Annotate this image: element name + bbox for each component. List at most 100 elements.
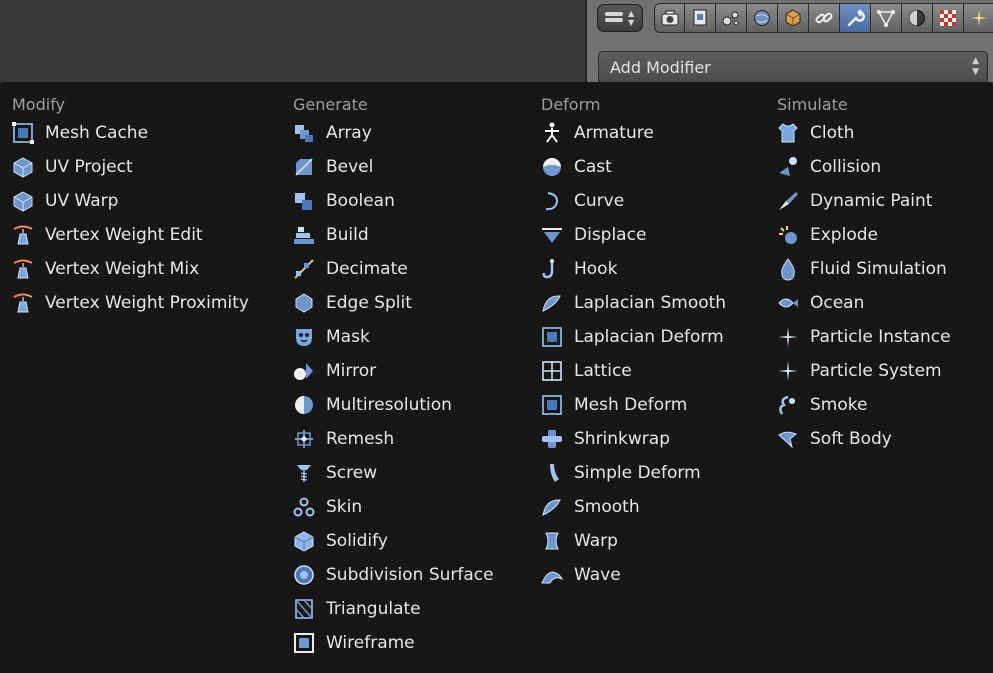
vertex-weight-icon [13,293,33,313]
menu-item-mesh-cache[interactable]: Mesh Cache [0,116,249,150]
add-modifier-dropdown[interactable]: Add Modifier ▲ ▼ [598,51,988,85]
menu-item-smoke[interactable]: Smoke [765,388,951,422]
menu-item-shrinkwrap[interactable]: Shrinkwrap [529,422,726,456]
tab-object[interactable] [778,3,809,33]
menu-item-skin[interactable]: Skin [281,490,494,524]
3d-viewport-background [0,0,585,82]
menu-item-multiresolution[interactable]: Multiresolution [281,388,494,422]
object-cube-icon [785,9,801,27]
mesh-cache-icon [12,122,34,144]
menu-item-particle-instance[interactable]: Particle Instance [765,320,951,354]
menu-item-vertex-weight-mix[interactable]: Vertex Weight Mix [0,252,249,286]
wave-icon [541,571,564,584]
menu-item-simple-deform[interactable]: Simple Deform [529,456,726,490]
tab-world[interactable] [747,3,778,33]
lattice-icon [542,361,562,381]
uv-project-icon [13,157,33,178]
laplacian-deform-icon [542,327,562,347]
menu-item-lattice[interactable]: Lattice [529,354,726,388]
menu-item-build[interactable]: Build [281,218,494,252]
build-icon [294,227,314,244]
modifiers-wrench-icon [847,9,865,27]
menu-item-mask[interactable]: Mask [281,320,494,354]
menu-item-vertex-weight-edit[interactable]: Vertex Weight Edit [0,218,249,252]
menu-item-label: Mesh Deform [574,395,688,415]
tab-render-layers[interactable] [685,3,716,33]
menu-item-soft-body[interactable]: Soft Body [765,422,951,456]
menu-item-displace[interactable]: Displace [529,218,726,252]
ocean-fish-icon [778,298,798,308]
menu-item-wireframe[interactable]: Wireframe [281,626,494,660]
dynamic-paint-icon [779,192,798,210]
menu-item-decimate[interactable]: Decimate [281,252,494,286]
tab-texture[interactable] [933,3,964,33]
menu-item-collision[interactable]: Collision [765,150,951,184]
menu-item-dynamic-paint[interactable]: Dynamic Paint [765,184,951,218]
menu-item-edge-split[interactable]: Edge Split [281,286,494,320]
editor-type-selector[interactable]: ▲ ▼ [597,4,643,32]
menu-item-armature[interactable]: Armature [529,116,726,150]
menu-item-laplacian-deform[interactable]: Laplacian Deform [529,320,726,354]
wireframe-icon [294,633,314,653]
tab-object-data[interactable] [871,3,902,33]
menu-item-label: Wave [574,565,621,585]
menu-item-solidify[interactable]: Solidify [281,524,494,558]
menu-item-ocean[interactable]: Ocean [765,286,951,320]
tab-render[interactable] [654,3,685,33]
menu-item-triangulate[interactable]: Triangulate [281,592,494,626]
menu-item-laplacian-smooth[interactable]: Laplacian Smooth [529,286,726,320]
tab-constraints[interactable] [809,3,840,33]
menu-item-bevel[interactable]: Bevel [281,150,494,184]
menu-item-label: Explode [810,225,878,245]
soft-body-icon [778,431,797,449]
menu-item-boolean[interactable]: Boolean [281,184,494,218]
menu-item-fluid-simulation[interactable]: Fluid Simulation [765,252,951,286]
solidify-icon [294,531,314,552]
collision-icon [779,157,797,176]
tab-scene[interactable] [716,3,747,33]
menu-item-label: Screw [326,463,378,483]
menu-item-explode[interactable]: Explode [765,218,951,252]
menu-item-curve[interactable]: Curve [529,184,726,218]
triangulate-icon [295,599,313,619]
menu-item-label: Boolean [326,191,395,211]
menu-item-remesh[interactable]: Remesh [281,422,494,456]
explode-icon [779,226,797,244]
shrinkwrap-icon [542,430,562,448]
menu-item-subdivision-surface[interactable]: Subdivision Surface [281,558,494,592]
menu-item-uv-warp[interactable]: UV Warp [0,184,249,218]
menu-column-modify: Modify Mesh Cache UV Project UV Warp Ver… [0,94,249,320]
menu-item-hook[interactable]: Hook [529,252,726,286]
menu-item-cast[interactable]: Cast [529,150,726,184]
menu-item-mesh-deform[interactable]: Mesh Deform [529,388,726,422]
menu-item-label: Cloth [810,123,855,143]
object-data-vertex-icon [877,10,895,27]
laplacian-smooth-icon [542,295,561,312]
menu-item-array[interactable]: Array [281,116,494,150]
menu-item-uv-project[interactable]: UV Project [0,150,249,184]
menu-item-smooth[interactable]: Smooth [529,490,726,524]
multiresolution-icon [295,396,313,414]
particles-icon [971,10,987,26]
menu-item-cloth[interactable]: Cloth [765,116,951,150]
menu-item-screw[interactable]: Screw [281,456,494,490]
menu-column-generate: Generate Array Bevel Boolean Build Decim… [281,94,494,660]
menu-item-label: Cast [574,157,612,177]
displace-icon [542,228,562,243]
add-modifier-label: Add Modifier [610,58,711,77]
menu-item-particle-system[interactable]: Particle System [765,354,951,388]
tab-particles[interactable] [964,3,993,33]
menu-item-label: Vertex Weight Proximity [45,293,249,313]
menu-item-label: Lattice [574,361,632,381]
menu-item-label: UV Warp [45,191,119,211]
menu-item-wave[interactable]: Wave [529,558,726,592]
menu-item-vertex-weight-proximity[interactable]: Vertex Weight Proximity [0,286,249,320]
add-modifier-menu: Modify Mesh Cache UV Project UV Warp Ver… [0,82,993,673]
tab-material[interactable] [902,3,933,33]
menu-item-mirror[interactable]: Mirror [281,354,494,388]
menu-item-warp[interactable]: Warp [529,524,726,558]
decimate-icon [294,259,314,279]
menu-item-label: Displace [574,225,647,245]
tab-modifiers[interactable] [840,3,871,33]
menu-item-label: Remesh [326,429,395,449]
